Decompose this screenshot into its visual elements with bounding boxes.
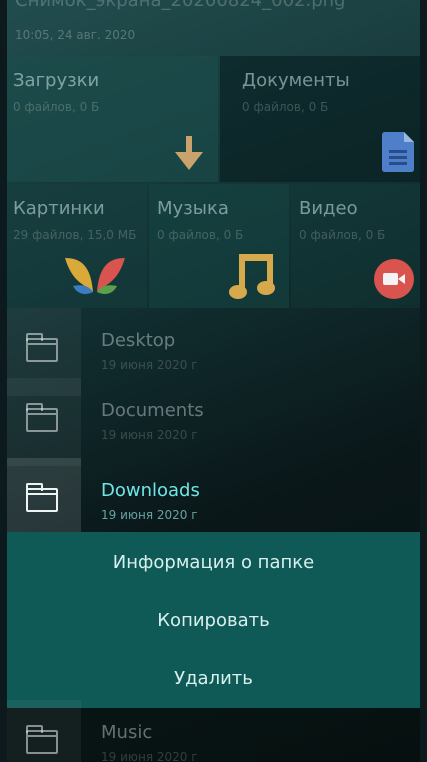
recent-file-meta: 10:05, 24 авг. 2020 xyxy=(15,28,136,42)
category-label: Документы xyxy=(242,70,350,91)
folder-date: 19 июня 2020 г xyxy=(101,358,198,372)
category-label: Картинки xyxy=(13,198,105,219)
download-arrow-icon xyxy=(175,136,203,170)
folder-icon xyxy=(26,403,58,432)
category-tile-music[interactable]: Музыка 0 файлов, 0 Б xyxy=(149,184,289,308)
folder-name: Desktop xyxy=(101,330,176,351)
menu-item-folder-info[interactable]: Информация о папке xyxy=(7,534,420,592)
folder-row-music[interactable]: Music 19 июня 2020 г xyxy=(7,700,420,762)
folder-name: Downloads xyxy=(101,480,200,501)
folder-icon-box xyxy=(7,700,81,762)
folder-icon xyxy=(26,483,58,512)
context-menu: Информация о папке Копировать Удалить xyxy=(7,532,420,708)
category-tile-video[interactable]: Видео 0 файлов, 0 Б xyxy=(291,184,420,308)
category-label: Загрузки xyxy=(13,70,100,91)
category-label: Видео xyxy=(299,198,358,219)
category-tile-downloads[interactable]: Загрузки 0 файлов, 0 Б xyxy=(7,56,218,182)
folder-row-documents[interactable]: Documents 19 июня 2020 г xyxy=(7,378,420,466)
video-camera-icon xyxy=(374,259,414,299)
folder-name: Music xyxy=(101,722,153,743)
folder-name: Documents xyxy=(101,400,204,421)
butterfly-icon xyxy=(65,258,125,294)
category-tile-pictures[interactable]: Картинки 29 файлов, 15,0 МБ xyxy=(7,184,147,308)
folder-icon xyxy=(26,725,58,754)
category-count: 0 файлов, 0 Б xyxy=(157,228,244,242)
recent-file-item[interactable]: Снимок_экрана_20200824_002.png 10:05, 24… xyxy=(7,0,420,56)
folder-icon xyxy=(26,333,58,362)
category-count: 0 файлов, 0 Б xyxy=(13,100,100,114)
category-count: 0 файлов, 0 Б xyxy=(242,100,329,114)
category-count: 29 файлов, 15,0 МБ xyxy=(13,228,137,242)
category-label: Музыка xyxy=(157,198,229,219)
folder-date: 19 июня 2020 г xyxy=(101,428,198,442)
menu-item-copy[interactable]: Копировать xyxy=(7,592,420,650)
folder-date: 19 июня 2020 г xyxy=(101,508,198,522)
music-note-icon xyxy=(229,254,275,299)
file-manager-screen: Снимок_экрана_20200824_002.png 10:05, 24… xyxy=(7,0,420,762)
folder-icon-box xyxy=(7,378,81,466)
category-count: 0 файлов, 0 Б xyxy=(299,228,386,242)
folder-date: 19 июня 2020 г xyxy=(101,750,198,762)
category-tile-documents[interactable]: Документы 0 файлов, 0 Б xyxy=(220,56,420,182)
recent-file-name: Снимок_экрана_20200824_002.png xyxy=(15,0,346,11)
document-icon xyxy=(382,132,414,172)
